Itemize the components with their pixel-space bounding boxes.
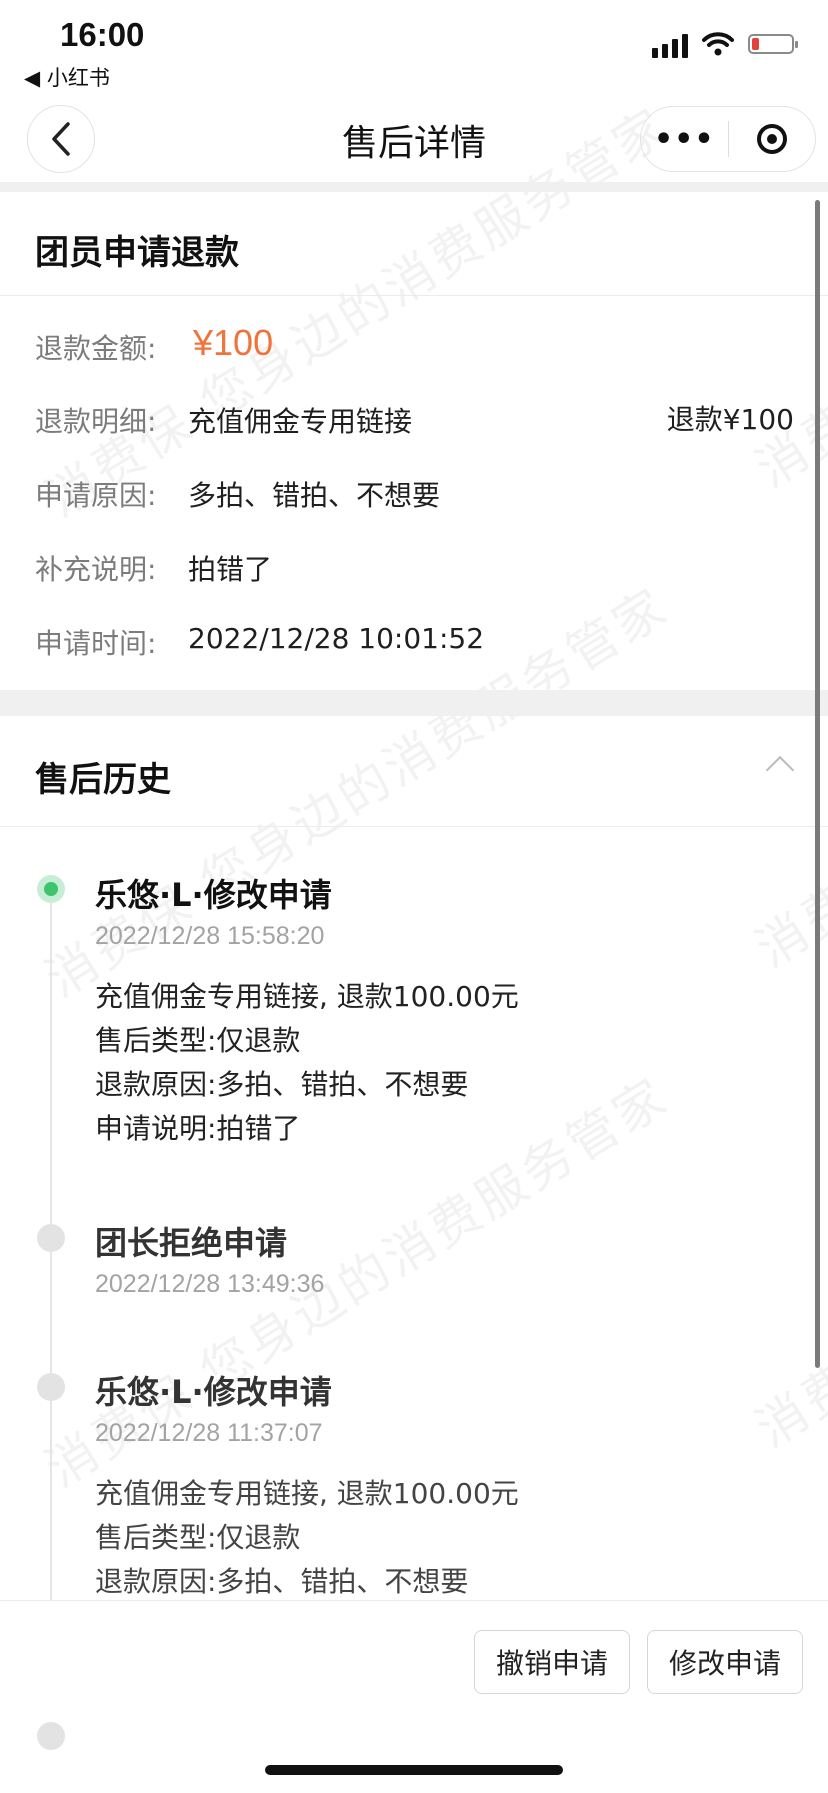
- event-detail-line: 充值佣金专用链接, 退款100.00元: [95, 980, 519, 1013]
- event-title: 团长拒绝申请: [95, 1224, 288, 1262]
- event-detail-line: 退款原因:多拍、错拍、不想要: [95, 1565, 469, 1598]
- detail-refund-amount: 退款¥100: [666, 403, 794, 436]
- event-time: 2022/12/28 15:58:20: [95, 922, 325, 950]
- back-to-app-link[interactable]: ◀ 小红书: [24, 62, 110, 92]
- history-section-title: 售后历史: [35, 760, 171, 800]
- more-button[interactable]: •••: [641, 122, 728, 157]
- timeline-dot: [37, 1722, 65, 1750]
- event-title: 乐悠·L·修改申请: [95, 1373, 332, 1411]
- modify-request-button[interactable]: 修改申请: [647, 1630, 803, 1694]
- event-time: 2022/12/28 11:37:07: [95, 1419, 323, 1447]
- event-detail-line: 申请说明:拍错了: [95, 1112, 301, 1145]
- event-title: 乐悠·L·修改申请: [95, 876, 332, 914]
- collapse-chevron-icon[interactable]: [765, 755, 795, 785]
- target-icon: [756, 124, 787, 154]
- reason-value: 多拍、错拍、不想要: [188, 479, 441, 512]
- event-detail-line: 退款原因:多拍、错拍、不想要: [95, 1068, 469, 1101]
- note-value: 拍错了: [188, 553, 273, 586]
- timeline-dot: [37, 1224, 65, 1252]
- divider: [0, 826, 828, 827]
- note-label: 补充说明:: [35, 553, 157, 586]
- refund-amount: ¥100: [193, 322, 274, 363]
- wifi-icon: [702, 32, 734, 56]
- divider: [0, 295, 828, 296]
- refund-section-title: 团员申请退款: [35, 233, 239, 273]
- event-detail-line: 售后类型:仅退款: [95, 1024, 301, 1057]
- time-value: 2022/12/28 10:01:52: [188, 622, 485, 655]
- scrollbar[interactable]: [815, 200, 820, 1368]
- status-time: 16:00: [60, 16, 145, 53]
- timeline-dot: [37, 1373, 65, 1401]
- cellular-signal-icon: [652, 30, 688, 58]
- event-detail-line: 充值佣金专用链接, 退款100.00元: [95, 1477, 519, 1510]
- close-button[interactable]: [729, 124, 816, 154]
- time-label: 申请时间:: [35, 627, 157, 660]
- mini-program-capsule: •••: [640, 106, 816, 172]
- event-time: 2022/12/28 13:49:36: [95, 1270, 325, 1298]
- battery-icon: [748, 34, 798, 54]
- detail-label: 退款明细:: [35, 405, 157, 438]
- reason-label: 申请原因:: [35, 479, 157, 512]
- status-icons: [652, 30, 798, 58]
- amount-label: 退款金额:: [35, 332, 157, 365]
- home-indicator[interactable]: [265, 1765, 563, 1775]
- detail-value: 充值佣金专用链接: [188, 405, 413, 438]
- section-separator: [0, 690, 828, 716]
- cancel-request-button[interactable]: 撤销申请: [474, 1630, 630, 1694]
- event-detail-line: 售后类型:仅退款: [95, 1521, 301, 1554]
- timeline-dot-active: [37, 875, 65, 903]
- top-separator: [0, 182, 828, 192]
